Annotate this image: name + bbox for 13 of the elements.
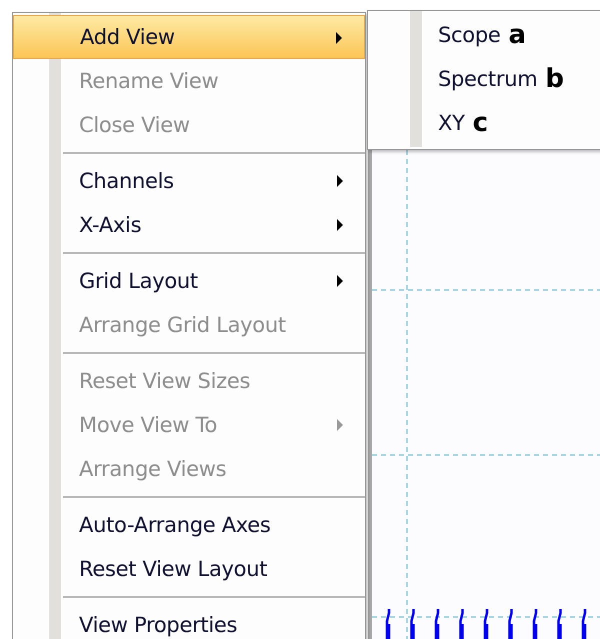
menu-item[interactable]: XY c — [368, 101, 600, 145]
menu-item[interactable]: X-Axis — [13, 203, 365, 247]
menu-item[interactable]: Spectrum b — [368, 57, 600, 101]
annotation-letter: c — [472, 108, 488, 138]
annotation-letter: b — [545, 64, 564, 94]
menu-item[interactable]: View Properties — [13, 603, 365, 639]
menu-item[interactable]: Reset View Layout — [13, 547, 365, 591]
menu-item[interactable]: Auto-Arrange Axes — [13, 503, 365, 547]
menu-item[interactable]: Grid Layout — [13, 259, 365, 303]
menu-item[interactable]: Scope a — [368, 13, 600, 57]
menu-item[interactable]: Add View — [13, 15, 365, 59]
menu-item[interactable]: Channels — [13, 159, 365, 203]
annotation-letter: a — [508, 20, 526, 50]
